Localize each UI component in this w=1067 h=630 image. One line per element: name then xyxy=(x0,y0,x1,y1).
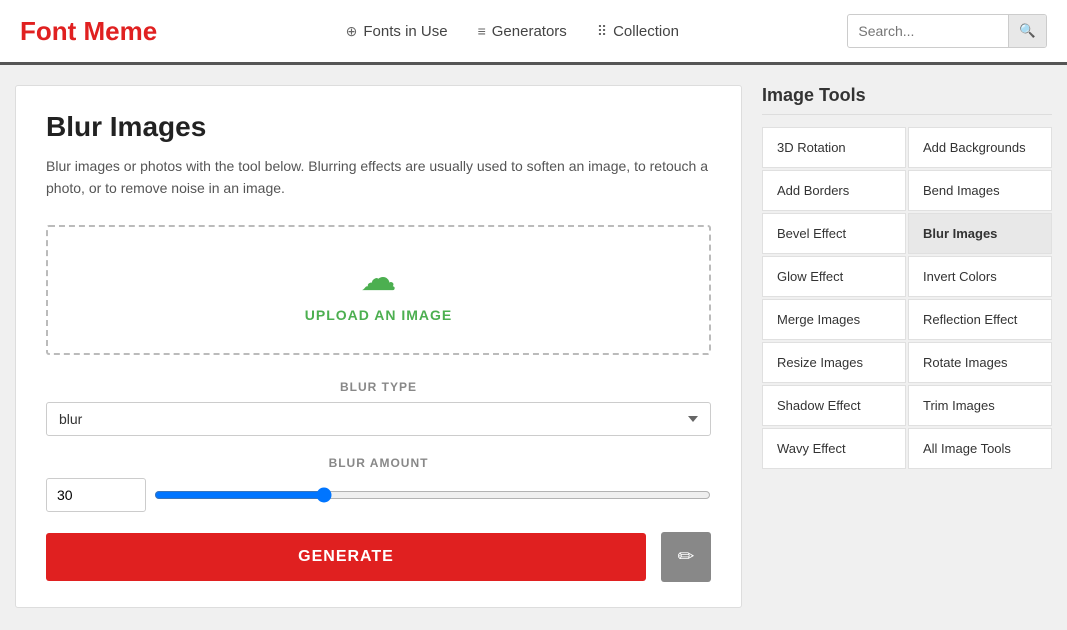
upload-area[interactable]: ☁ UPLOAD AN IMAGE xyxy=(46,225,711,355)
blur-type-select[interactable]: blur gaussian motion xyxy=(46,402,711,436)
sidebar-title: Image Tools xyxy=(762,85,1052,115)
main-content: Blur Images Blur images or photos with t… xyxy=(15,85,742,608)
search-input[interactable] xyxy=(848,23,1008,39)
header: Font Meme ⊕ Fonts in Use ≡ Generators ⠿ … xyxy=(0,0,1067,65)
tool-item-bend-images[interactable]: Bend Images xyxy=(908,170,1052,211)
blur-amount-label: BLUR AMOUNT xyxy=(46,456,711,470)
page-description: Blur images or photos with the tool belo… xyxy=(46,155,711,200)
layout: Blur Images Blur images or photos with t… xyxy=(0,65,1067,628)
search-box: 🔍 xyxy=(847,14,1047,48)
tool-item-bevel-effect[interactable]: Bevel Effect xyxy=(762,213,906,254)
tools-grid: 3D RotationAdd BackgroundsAdd BordersBen… xyxy=(762,127,1052,469)
actions: GENERATE ✏ xyxy=(46,532,711,582)
nav-fonts-label: Fonts in Use xyxy=(363,23,447,40)
tool-item-trim-images[interactable]: Trim Images xyxy=(908,385,1052,426)
grid-icon: ⠿ xyxy=(597,23,607,40)
tool-item-glow-effect[interactable]: Glow Effect xyxy=(762,256,906,297)
nav-collection-label: Collection xyxy=(613,23,679,40)
target-icon: ⊕ xyxy=(346,23,358,40)
tool-item-reflection-effect[interactable]: Reflection Effect xyxy=(908,299,1052,340)
nav-collection[interactable]: ⠿ Collection xyxy=(597,23,679,40)
tool-item-3d-rotation[interactable]: 3D Rotation xyxy=(762,127,906,168)
blur-type-label: BLUR TYPE xyxy=(46,380,711,394)
tool-item-invert-colors[interactable]: Invert Colors xyxy=(908,256,1052,297)
blur-amount-row: 30 xyxy=(46,478,711,512)
blur-amount-slider[interactable] xyxy=(154,478,711,512)
generate-button[interactable]: GENERATE xyxy=(46,533,646,581)
tool-item-add-borders[interactable]: Add Borders xyxy=(762,170,906,211)
blur-type-group: BLUR TYPE blur gaussian motion xyxy=(46,380,711,436)
edit-button[interactable]: ✏ xyxy=(661,532,711,582)
blur-amount-input[interactable]: 30 xyxy=(46,478,146,512)
upload-icon: ☁ xyxy=(78,257,679,299)
nav-fonts-in-use[interactable]: ⊕ Fonts in Use xyxy=(346,23,448,40)
nav-generators-label: Generators xyxy=(492,23,567,40)
upload-label: UPLOAD AN IMAGE xyxy=(78,307,679,323)
blur-amount-group: BLUR AMOUNT 30 xyxy=(46,456,711,512)
tool-item-add-backgrounds[interactable]: Add Backgrounds xyxy=(908,127,1052,168)
search-button[interactable]: 🔍 xyxy=(1008,15,1046,47)
tool-item-all-image-tools[interactable]: All Image Tools xyxy=(908,428,1052,469)
tool-item-shadow-effect[interactable]: Shadow Effect xyxy=(762,385,906,426)
tool-item-resize-images[interactable]: Resize Images xyxy=(762,342,906,383)
tool-item-merge-images[interactable]: Merge Images xyxy=(762,299,906,340)
page-title: Blur Images xyxy=(46,111,711,143)
sidebar: Image Tools 3D RotationAdd BackgroundsAd… xyxy=(762,85,1052,608)
nav: ⊕ Fonts in Use ≡ Generators ⠿ Collection xyxy=(197,23,827,40)
tool-item-blur-images[interactable]: Blur Images xyxy=(908,213,1052,254)
list-icon: ≡ xyxy=(478,23,486,39)
tool-item-wavy-effect[interactable]: Wavy Effect xyxy=(762,428,906,469)
logo[interactable]: Font Meme xyxy=(20,16,157,47)
nav-generators[interactable]: ≡ Generators xyxy=(478,23,567,40)
tool-item-rotate-images[interactable]: Rotate Images xyxy=(908,342,1052,383)
